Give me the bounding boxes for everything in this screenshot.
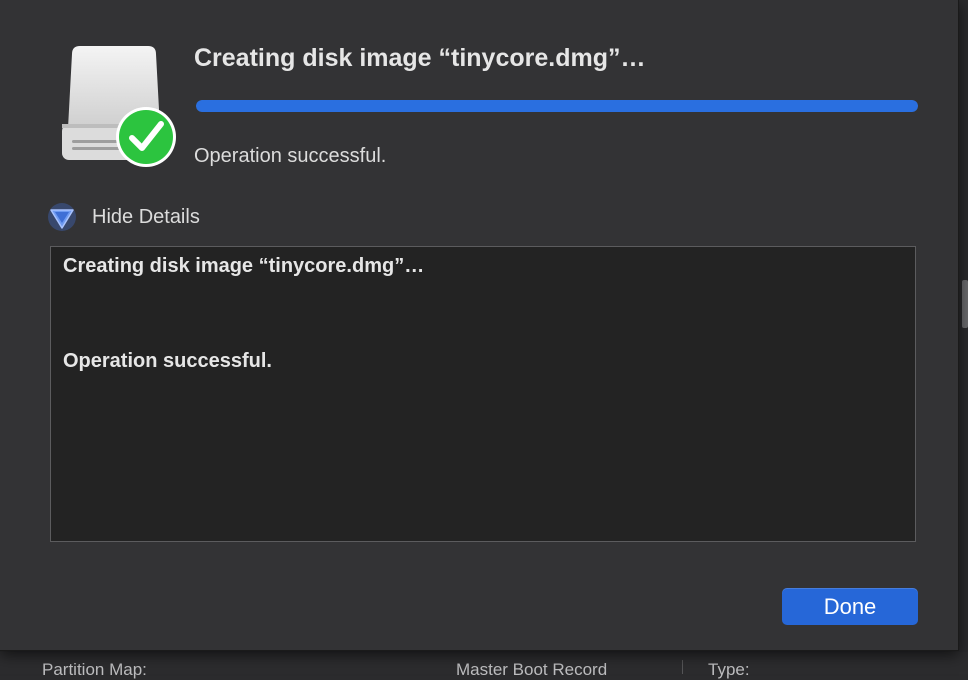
hide-details-toggle[interactable]: Hide Details bbox=[46, 202, 200, 232]
progress-bar-fill bbox=[196, 100, 918, 112]
disk-image-progress-sheet: Creating disk image “tinycore.dmg”… Oper… bbox=[0, 0, 959, 651]
background-scrollbar bbox=[962, 280, 968, 328]
external-disk-icon bbox=[62, 46, 176, 167]
hide-details-label[interactable]: Hide Details bbox=[92, 206, 200, 229]
dialog-title: Creating disk image “tinycore.dmg”… bbox=[194, 44, 646, 72]
details-log-panel[interactable]: Creating disk image “tinycore.dmg”… Oper… bbox=[50, 246, 916, 542]
disclosure-triangle-down-icon[interactable] bbox=[46, 202, 78, 232]
green-checkmark-icon bbox=[116, 107, 176, 167]
progress-bar bbox=[196, 100, 918, 112]
details-log-line: Operation successful. bbox=[63, 350, 272, 372]
done-button[interactable]: Done bbox=[782, 588, 918, 625]
background-label-partition-value: Master Boot Record bbox=[456, 660, 608, 679]
background-divider bbox=[682, 660, 683, 674]
background-label-type: Type: bbox=[708, 660, 750, 679]
background-label-partition-map: Partition Map: bbox=[42, 660, 147, 679]
details-log-line: Creating disk image “tinycore.dmg”… bbox=[63, 255, 425, 277]
status-text: Operation successful. bbox=[194, 145, 387, 167]
